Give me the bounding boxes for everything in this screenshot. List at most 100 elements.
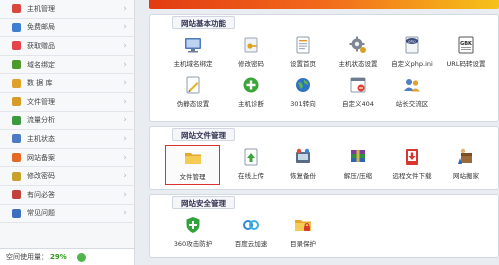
- change-password-button[interactable]: 修改密码: [221, 33, 281, 71]
- panel-title: 网站文件管理: [172, 128, 235, 141]
- sidebar-item-label: 常见问题: [27, 209, 55, 218]
- tool-label: 修改密码: [238, 60, 264, 68]
- database-icon: [12, 78, 21, 88]
- sidebar-item-q-and-a[interactable]: 有问必答 ›: [0, 185, 134, 205]
- sidebar-item-database[interactable]: 数 据 库 ›: [0, 74, 134, 93]
- custom-404-button[interactable]: 自定义404: [328, 73, 388, 111]
- upload-icon: [244, 148, 258, 166]
- move-icon: [458, 148, 472, 164]
- sidebar-item-site-filing[interactable]: 网站备案 ›: [0, 148, 134, 168]
- monitor-icon: [185, 38, 201, 53]
- security-management-panel: 网站安全管理 360攻击防护 百度云加速 目录保护: [149, 194, 499, 258]
- sidebar-item-label: 修改密码: [27, 172, 55, 181]
- pencil-doc-icon: [186, 76, 200, 94]
- gift-icon: [12, 41, 21, 51]
- redirect-301-button[interactable]: 301转向: [273, 73, 333, 111]
- error-window-icon: [350, 77, 366, 93]
- sidebar-item-label: 获取赠品: [27, 41, 55, 50]
- directory-protection-button[interactable]: 目录保护: [273, 213, 333, 251]
- sidebar-item-label: 文件管理: [27, 97, 55, 106]
- globe-icon: [12, 60, 21, 70]
- site-migration-button[interactable]: 网站搬家: [436, 145, 496, 183]
- baidu-cloud-acceleration-button[interactable]: 百度云加速: [221, 213, 281, 251]
- tool-label: 目录保护: [290, 240, 316, 248]
- sidebar-item-label: 数 据 库: [27, 79, 53, 88]
- sidebar-item-label: 流量分析: [27, 116, 55, 125]
- question-icon: [12, 190, 21, 200]
- sidebar-item-gifts[interactable]: 获取赠品 ›: [0, 37, 134, 56]
- sidebar-item-domain-binding[interactable]: 域名绑定 ›: [0, 55, 134, 75]
- sidebar-item-label: 网站备案: [27, 153, 55, 162]
- sidebar-item-faq[interactable]: 常见问题 ›: [0, 204, 134, 224]
- chevron-right-icon: ›: [123, 171, 127, 182]
- plus-circle-icon: [243, 77, 259, 93]
- sidebar-item-free-mail[interactable]: 免费邮局 ›: [0, 18, 134, 38]
- tool-label: 伪静态设置: [176, 100, 210, 108]
- sidebar-item-traffic-analysis[interactable]: 流量分析 ›: [0, 111, 134, 131]
- folder-icon: [184, 153, 201, 164]
- tool-label: 在线上传: [238, 172, 264, 180]
- top-banner: [149, 0, 499, 9]
- sidebar-item-label: 有问必答: [27, 190, 55, 199]
- space-usage-label: 空间使用量：: [6, 253, 48, 261]
- restore-backup-button[interactable]: 恢复备份: [273, 145, 333, 183]
- attack-protection-360-button[interactable]: 360攻击防护: [163, 213, 223, 251]
- tool-label: URL码转设置: [446, 60, 486, 68]
- folder-icon: [12, 97, 21, 107]
- help-icon: [12, 208, 21, 218]
- sidebar-item-file-management[interactable]: 文件管理 ›: [0, 92, 134, 112]
- chevron-right-icon: ›: [123, 40, 127, 51]
- sidebar-item-change-password[interactable]: 修改密码 ›: [0, 167, 134, 186]
- extract-compress-button[interactable]: 解压/压缩: [328, 145, 388, 183]
- sidebar-item-label: 主机管理: [27, 4, 55, 13]
- sidebar-item-host-status[interactable]: 主机状态 ›: [0, 130, 134, 149]
- custom-php-ini-button[interactable]: php 自定义php.ini: [382, 33, 442, 71]
- basic-functions-panel: 网站基本功能 主机域名绑定 修改密码 设置首页 主机状态设置 php 自定义ph…: [149, 14, 499, 122]
- host-diagnosis-button[interactable]: 主机诊断: [221, 73, 281, 111]
- rewrite-settings-button[interactable]: 伪静态设置: [163, 73, 223, 111]
- filing-icon: [12, 153, 21, 163]
- tool-label: 网站搬家: [453, 172, 479, 180]
- panel-title: 网站安全管理: [172, 196, 235, 209]
- space-usage: 空间使用量： 29%: [0, 248, 134, 265]
- server-icon: [12, 4, 21, 14]
- tool-label: 主机域名绑定: [173, 60, 213, 68]
- file-management-panel: 网站文件管理 文件管理 在线上传 恢复备份 解压/压缩 远程文件下载 网站搬家: [149, 126, 499, 190]
- host-status-settings-button[interactable]: 主机状态设置: [328, 33, 388, 71]
- tool-label: 301转向: [290, 100, 316, 108]
- tool-label: 主机诊断: [238, 100, 264, 108]
- file-manager-button[interactable]: 文件管理: [165, 145, 220, 185]
- panel-header: 网站基本功能: [150, 15, 498, 31]
- chevron-right-icon: ›: [123, 78, 127, 89]
- sidebar-item-host-management[interactable]: 主机管理 ›: [0, 0, 134, 19]
- webmaster-forum-button[interactable]: 站长交流区: [382, 73, 442, 111]
- chevron-right-icon: ›: [123, 22, 127, 33]
- tool-label: 自定义php.ini: [391, 60, 433, 68]
- usage-indicator-icon: [76, 252, 86, 262]
- key-icon: [244, 37, 258, 53]
- php-file-icon: php: [405, 36, 419, 54]
- sidebar-item-label: 免费邮局: [27, 23, 55, 32]
- online-upload-button[interactable]: 在线上传: [221, 145, 281, 183]
- gbk-icon: GBK: [458, 36, 474, 54]
- folder-lock-icon: [295, 220, 311, 231]
- panel-title: 网站基本功能: [172, 16, 235, 29]
- tool-label: 360攻击防护: [173, 240, 213, 248]
- tool-label: 恢复备份: [290, 172, 316, 180]
- status-icon: [12, 134, 21, 144]
- chevron-right-icon: ›: [123, 59, 127, 70]
- sidebar-item-label: 主机状态: [27, 134, 55, 143]
- tool-label: 解压/压缩: [343, 172, 373, 180]
- gear-icon: [349, 36, 366, 53]
- shield-icon: [186, 217, 200, 233]
- chevron-right-icon: ›: [123, 208, 127, 219]
- globe-icon: [296, 78, 310, 92]
- url-encoding-settings-button[interactable]: GBK URL码转设置: [436, 33, 496, 71]
- tool-label: 百度云加速: [234, 240, 268, 248]
- host-domain-binding-button[interactable]: 主机域名绑定: [163, 33, 223, 71]
- set-homepage-button[interactable]: 设置首页: [273, 33, 333, 71]
- tool-label: 文件管理: [179, 173, 206, 181]
- remote-download-button[interactable]: 远程文件下载: [382, 145, 442, 183]
- chevron-right-icon: ›: [123, 133, 127, 144]
- key-icon: [12, 171, 21, 181]
